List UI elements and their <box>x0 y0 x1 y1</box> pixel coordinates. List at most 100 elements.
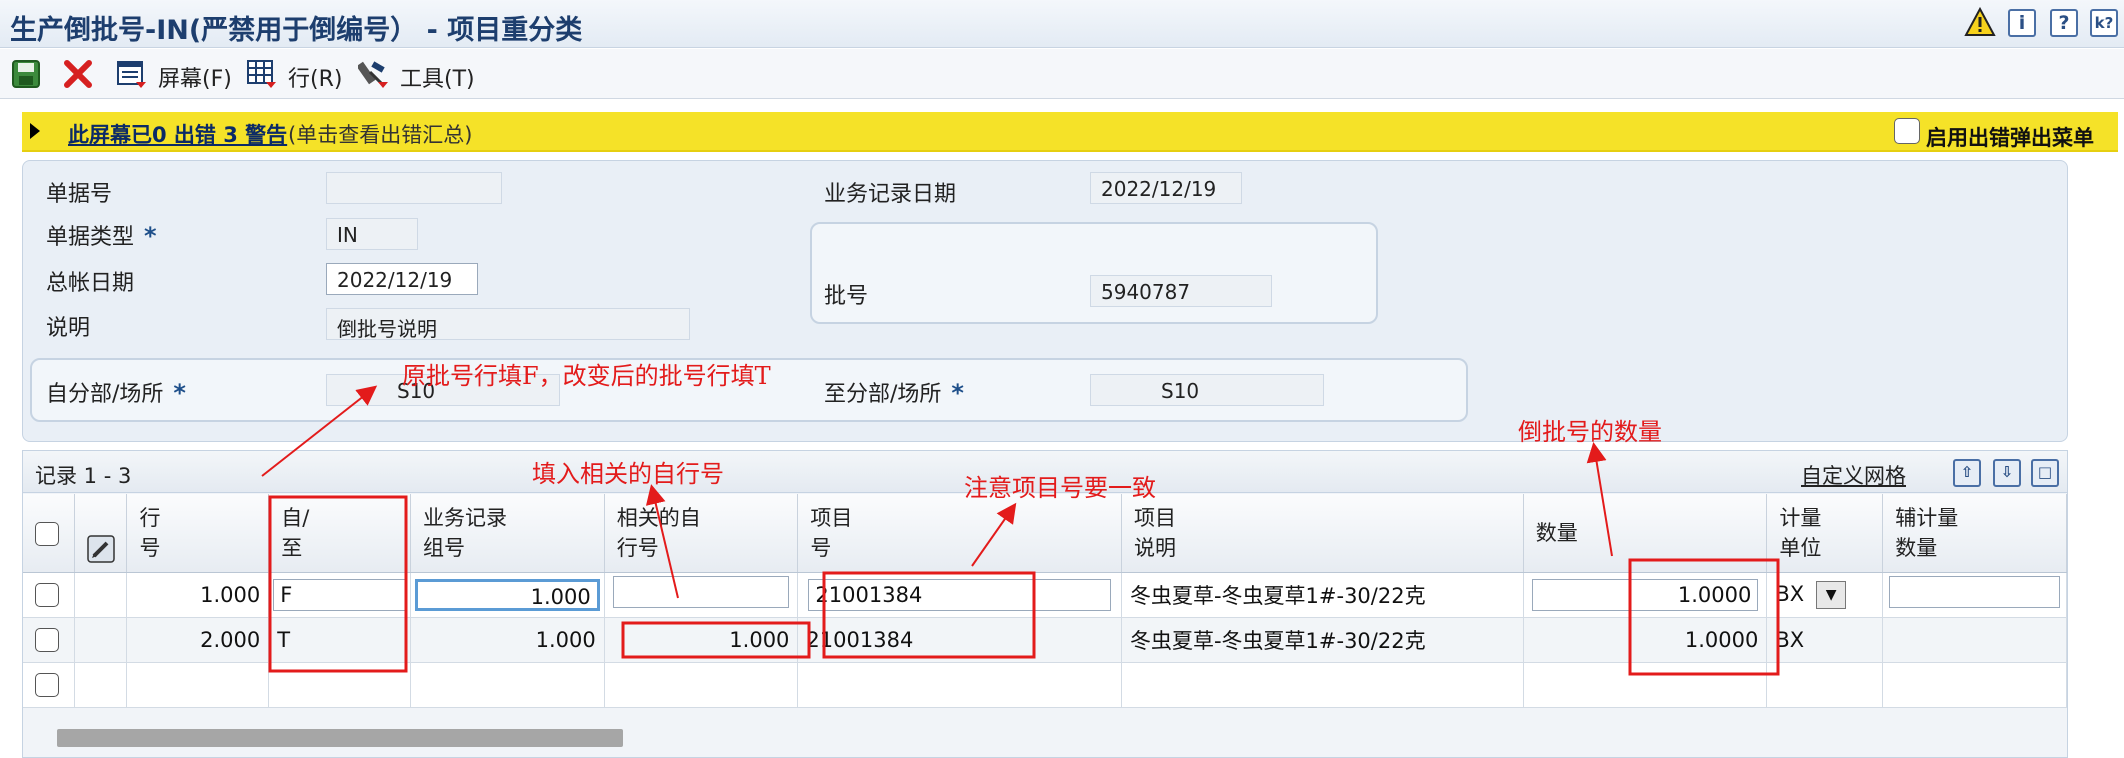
warning-bar: 此屏幕已0 出错 3 警告 (单击查看出错汇总) 启用出错弹出菜单 <box>22 112 2118 152</box>
cell-uom[interactable]: BX <box>1766 617 1884 663</box>
row-checkbox[interactable] <box>35 628 59 652</box>
col-related-line[interactable]: 相关的自 行号 <box>604 494 799 573</box>
cell-line-no: 1.000 <box>126 572 270 618</box>
col-trans-group[interactable]: 业务记录 组号 <box>410 494 605 573</box>
annotation-item-no: 注意项目号要一致 <box>964 474 1156 502</box>
title-bar: 生产倒批号-IN(严禁用于倒编号） - 项目重分类 i ? k? <box>0 0 2124 48</box>
annotation-quantity: 倒批号的数量 <box>1518 418 1662 446</box>
toolbar: 屏幕(F) 行(R) 工具(T) <box>0 49 2124 99</box>
trans-date-label: 业务记录日期 <box>824 182 957 207</box>
uom-dropdown-icon[interactable]: ▼ <box>1816 580 1847 609</box>
cell-sec-qty[interactable] <box>1882 617 2067 663</box>
window-title: 生产倒批号-IN(严禁用于倒编号） - 项目重分类 <box>10 15 583 46</box>
lot-label: 批号 <box>824 284 869 309</box>
col-sec-qty[interactable]: 辅计量 数量 <box>1882 494 2067 573</box>
cell-from-to[interactable]: T <box>268 617 411 663</box>
cell-item-no[interactable]: 21001384 <box>797 617 1122 663</box>
error-popup-checkbox-label: 启用出错弹出菜单 <box>1926 126 2094 150</box>
gl-date-field[interactable]: 2022/12/19 <box>326 263 478 295</box>
related-line-input[interactable] <box>612 576 790 608</box>
context-help-icon[interactable]: k? <box>2090 9 2118 37</box>
col-quantity[interactable]: 数量 <box>1523 494 1768 573</box>
record-count: 记录 1 - 3 <box>35 464 132 488</box>
empty-cell[interactable] <box>1882 662 2067 708</box>
col-item-no[interactable]: 项目 号 <box>797 494 1122 573</box>
error-summary-link[interactable]: 此屏幕已0 出错 3 警告 <box>68 119 287 149</box>
cell-item-no: 21001384 <box>797 572 1122 618</box>
toolbar-tools-menu[interactable]: 工具(T) <box>400 61 475 93</box>
cell-uom: BX ▼ <box>1766 572 1884 618</box>
table-row: 2.000 T 1.000 1.000 21001384 冬虫夏草-冬虫夏草1#… <box>23 617 2067 663</box>
customize-grid-link[interactable]: 自定义网格 <box>1801 460 1906 490</box>
table-row: 1.000 F 1.000 21001384 冬虫夏草-冬虫夏草1#-30/22… <box>23 572 2067 618</box>
required-marker: * <box>951 379 964 407</box>
cancel-icon[interactable] <box>62 58 94 90</box>
toolbar-row-menu[interactable]: 行(R) <box>288 61 342 93</box>
empty-cell[interactable] <box>268 662 411 708</box>
tools-icon[interactable] <box>358 58 390 90</box>
cell-quantity[interactable]: 1.0000 <box>1523 617 1768 663</box>
empty-cell[interactable] <box>410 662 605 708</box>
empty-cell[interactable] <box>604 662 799 708</box>
grid-header-row: 行 号 自/ 至 业务记录 组号 相关的自 行号 项目 号 项目 说明 数量 计… <box>23 494 2067 573</box>
annotation-related-line: 填入相关的自行号 <box>532 460 724 488</box>
empty-cell[interactable] <box>126 662 270 708</box>
row-select-cell <box>23 572 76 618</box>
cell-sec-qty <box>1882 572 2067 618</box>
empty-cell[interactable] <box>797 662 1122 708</box>
select-all-checkbox[interactable] <box>35 521 59 546</box>
cell-quantity: 1.0000 <box>1523 572 1768 618</box>
to-branch-field[interactable]: S10 <box>1090 374 1324 406</box>
error-popup-checkbox[interactable] <box>1894 118 1920 144</box>
col-line-no[interactable]: 行 号 <box>126 494 270 573</box>
cell-related-line <box>604 572 799 618</box>
from-to-input[interactable]: F <box>273 578 406 611</box>
horizontal-scrollbar[interactable] <box>57 729 623 747</box>
col-from-to[interactable]: 自/ 至 <box>268 494 411 573</box>
help-icon[interactable]: ? <box>2050 9 2078 37</box>
empty-cell[interactable] <box>1523 662 1768 708</box>
empty-cell[interactable] <box>74 662 128 708</box>
empty-cell[interactable] <box>1121 662 1524 708</box>
doc-no-field[interactable] <box>326 172 502 204</box>
required-marker: * <box>144 222 157 250</box>
cell-trans-group[interactable]: 1.000 <box>410 617 605 663</box>
trans-date-field[interactable]: 2022/12/19 <box>1090 172 1242 204</box>
row-checkbox[interactable] <box>35 583 59 607</box>
description-field[interactable]: 倒批号说明 <box>326 308 690 340</box>
doc-type-label: 单据类型 * <box>46 222 157 250</box>
lot-field[interactable]: 5940787 <box>1090 275 1272 307</box>
doc-type-field[interactable]: IN <box>326 218 418 250</box>
toolbar-screen-menu[interactable]: 屏幕(F) <box>158 61 232 93</box>
cell-item-desc: 冬虫夏草-冬虫夏草1#-30/22克 <box>1121 572 1524 618</box>
sec-qty-input[interactable] <box>1889 576 2060 608</box>
table-row <box>23 662 2067 708</box>
quantity-input[interactable]: 1.0000 <box>1531 578 1759 611</box>
info-icon[interactable]: i <box>2008 9 2036 37</box>
from-branch-label: 自分部/场所 * <box>46 379 186 407</box>
warning-icon[interactable] <box>1964 7 1996 37</box>
annotation-from-to: 原批号行填F，改变后的批号行填T <box>402 362 771 390</box>
export-icon[interactable]: ⇧ <box>1953 459 1981 487</box>
cell-from-to: F <box>268 572 411 618</box>
cell-item-desc: 冬虫夏草-冬虫夏草1#-30/22克 <box>1121 617 1524 663</box>
screen-icon[interactable] <box>116 58 148 90</box>
trans-group-input[interactable]: 1.000 <box>415 578 600 611</box>
col-item-desc[interactable]: 项目 说明 <box>1121 494 1524 573</box>
grid-table: 行 号 自/ 至 业务记录 组号 相关的自 行号 项目 号 项目 说明 数量 计… <box>23 494 2067 708</box>
empty-cell[interactable] <box>1766 662 1884 708</box>
item-no-input[interactable]: 21001384 <box>808 578 1111 611</box>
row-checkbox[interactable] <box>35 673 59 697</box>
gl-date-label: 总帐日期 <box>46 271 135 296</box>
col-uom[interactable]: 计量 单位 <box>1766 494 1884 573</box>
expand-triangle-icon[interactable] <box>30 123 40 139</box>
select-all-cell <box>23 494 76 573</box>
row-icon[interactable] <box>246 58 278 90</box>
required-marker: * <box>173 379 186 407</box>
cell-related-line[interactable]: 1.000 <box>604 617 799 663</box>
save-icon[interactable] <box>10 58 42 90</box>
import-icon[interactable]: ⇩ <box>1993 459 2021 487</box>
uom-value[interactable]: BX <box>1775 582 1804 606</box>
edit-pencil-icon[interactable] <box>87 535 116 563</box>
maximize-icon[interactable]: □ <box>2031 459 2059 487</box>
